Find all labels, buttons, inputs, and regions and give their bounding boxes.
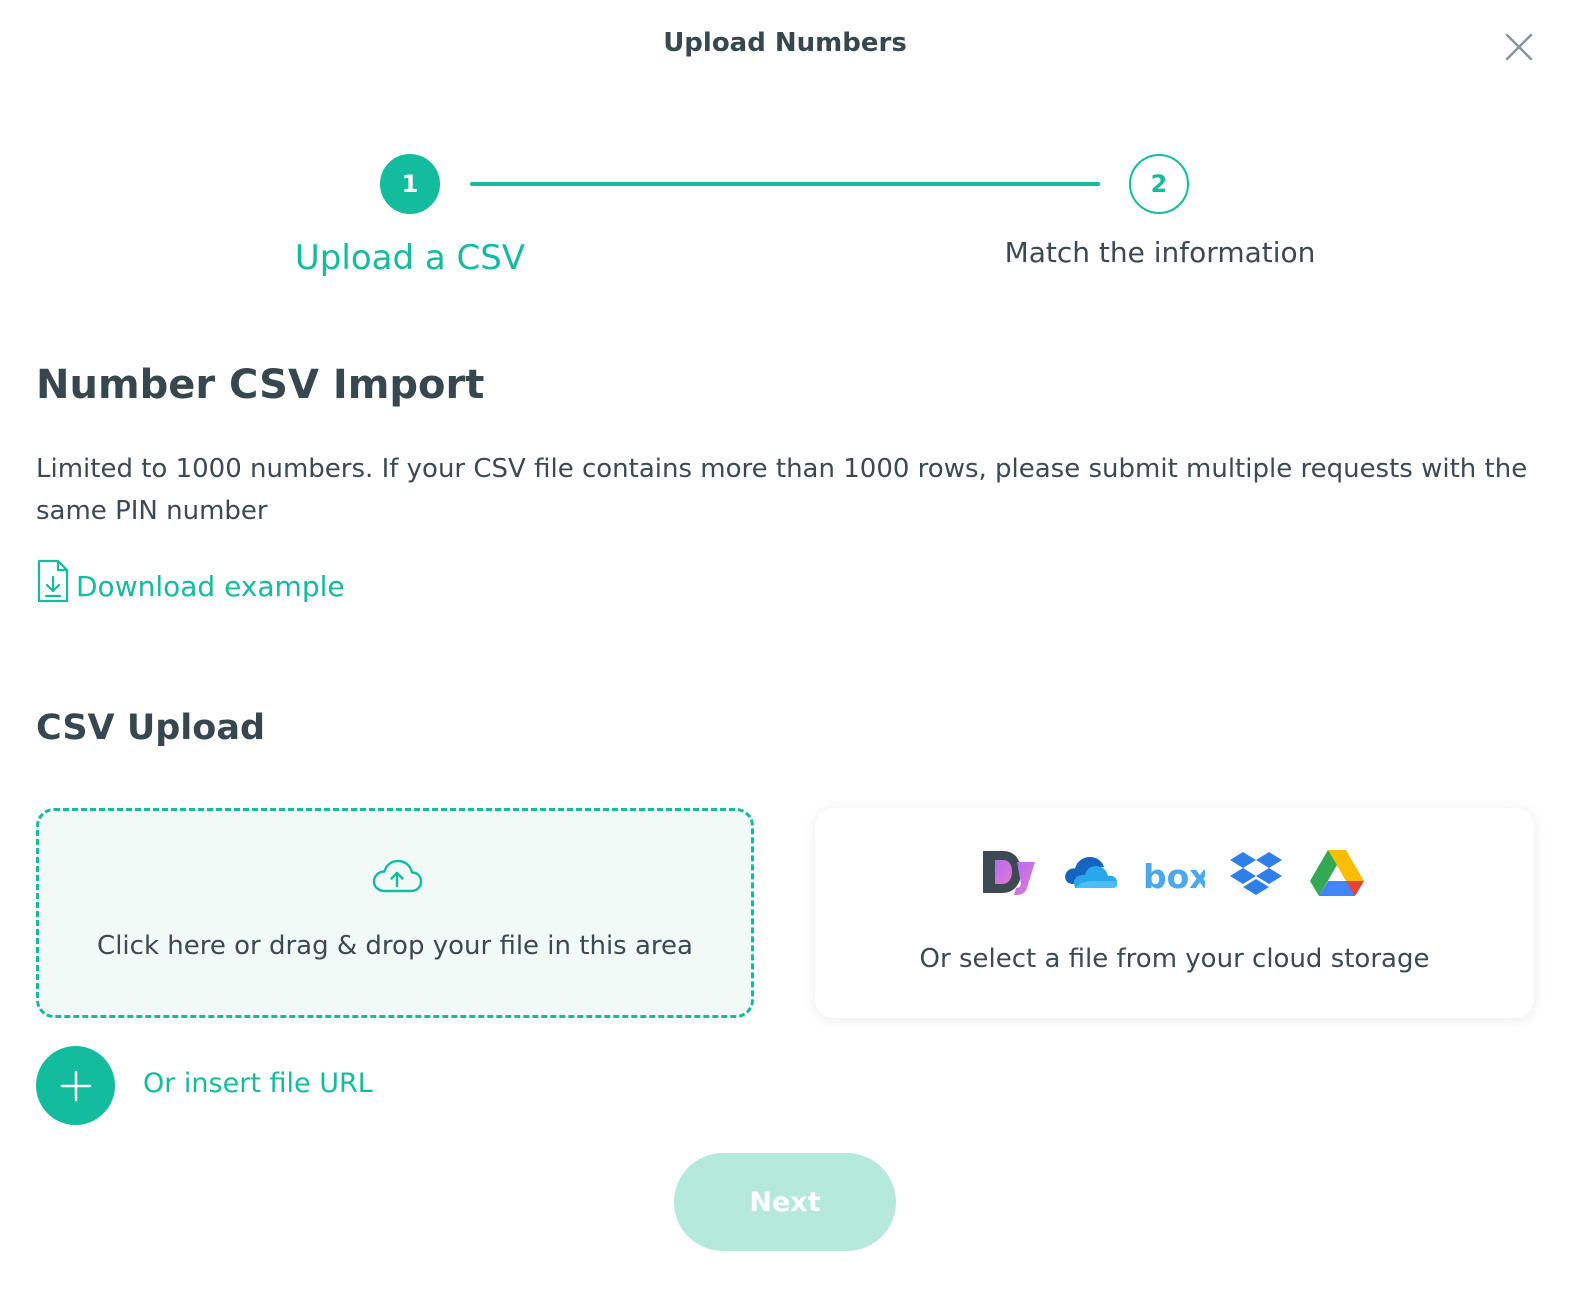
box-icon: box [1143,857,1211,896]
cloud-storage-panel: box Or select a file from your cloud sto… [815,808,1534,1018]
svg-text:box: box [1143,858,1205,894]
insert-url-link[interactable]: Or insert file URL [143,1068,373,1099]
step-2-label: Match the information [1004,236,1316,269]
dropzone-text: Click here or drag & drop your file in t… [97,931,693,961]
onedrive-provider-button[interactable] [1063,854,1119,898]
download-file-icon [37,559,69,603]
insert-url-button[interactable] [36,1046,115,1125]
csv-upload-heading: CSV Upload [36,708,266,748]
modal-title: Upload Numbers [663,28,907,58]
close-icon [1505,33,1533,61]
onedrive-icon [1065,857,1118,888]
dropbox-provider-button[interactable] [1229,850,1283,900]
cloud-upload-icon [372,859,423,893]
step-1-indicator: 1 [380,154,440,214]
google-drive-provider-button[interactable] [1309,848,1365,902]
import-heading: Number CSV Import [36,362,485,408]
step-2-indicator: 2 [1129,154,1189,214]
import-description: Limited to 1000 numbers. If your CSV fil… [36,454,1528,526]
file-dropzone[interactable]: Click here or drag & drop your file in t… [36,808,754,1018]
next-button[interactable]: Next [674,1153,896,1251]
close-button[interactable] [1500,28,1538,66]
cloud-storage-text: Or select a file from your cloud storage [919,944,1430,974]
download-example-label: Download example [76,570,345,603]
dropbox-icon [1230,852,1282,895]
dj-provider-button[interactable] [981,848,1037,902]
dj-icon [983,851,1035,895]
box-provider-button[interactable]: box [1143,857,1211,898]
plus-icon [60,1070,91,1101]
step-connector [470,182,1100,186]
upload-numbers-modal: Upload Numbers 1 2 Upload a CSV Match th… [0,0,1582,1292]
step-1-label: Upload a CSV [294,238,526,278]
download-example-link[interactable]: Download example [36,558,345,604]
google-drive-icon [1310,850,1364,896]
cloud-provider-list: box [981,848,1371,900]
